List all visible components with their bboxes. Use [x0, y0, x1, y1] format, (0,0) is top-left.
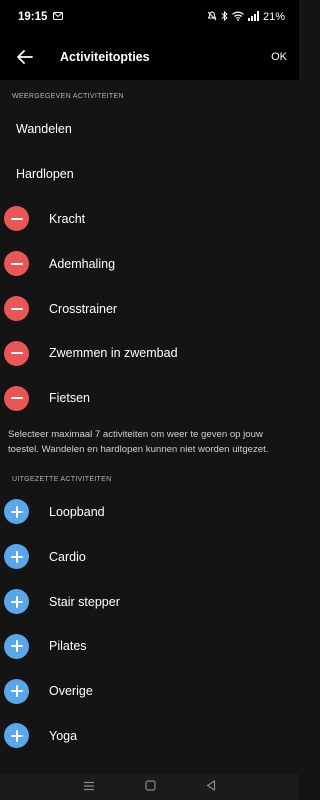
list-item-disabled: Cardio: [0, 534, 299, 579]
plus-icon: [10, 729, 23, 742]
home-button[interactable]: [145, 778, 156, 796]
status-bar: 19:15 21%: [0, 0, 299, 34]
home-square-icon: [145, 780, 156, 791]
add-button[interactable]: [4, 678, 29, 704]
activity-label: Loopband: [49, 504, 105, 519]
back-button[interactable]: [14, 46, 36, 68]
signal-icon: [247, 10, 259, 24]
battery-percentage: 21%: [262, 11, 285, 23]
remove-button[interactable]: [4, 340, 29, 366]
add-button[interactable]: [4, 633, 29, 659]
plus-icon: [10, 685, 23, 698]
activity-label: Zwemmen in zwembad: [49, 346, 178, 361]
page-title: Activiteitopties: [60, 50, 150, 64]
list-item-removable: Fietsen: [0, 376, 299, 421]
list-item-removable: Crosstrainer: [0, 286, 299, 331]
info-note: Selecteer maximaal 7 activiteiten om wee…: [8, 428, 269, 455]
activity-label: Hardlopen: [16, 167, 74, 182]
back-triangle-icon: [206, 780, 216, 791]
section-disabled-heading: UITGEZETTE ACTIVITEITEN: [12, 475, 112, 483]
add-button[interactable]: [4, 499, 29, 525]
activity-label: Wandelen: [16, 122, 72, 137]
ok-button[interactable]: OK: [271, 51, 287, 63]
activity-label: Stair stepper: [49, 594, 120, 609]
add-button[interactable]: [4, 544, 29, 570]
list-item-disabled: Pilates: [0, 624, 299, 669]
remove-button[interactable]: [4, 206, 29, 232]
wifi-icon: [232, 11, 244, 24]
back-arrow-icon: [17, 50, 33, 64]
plus-icon: [10, 595, 23, 608]
list-item-fixed: Hardlopen: [0, 152, 299, 197]
list-item-removable: Kracht: [0, 197, 299, 242]
minus-icon: [10, 397, 23, 400]
activity-label: Crosstrainer: [49, 301, 118, 316]
list-item-fixed: Wandelen: [0, 107, 299, 152]
remove-button[interactable]: [4, 251, 29, 277]
minus-icon: [10, 262, 23, 265]
activity-label: Cardio: [49, 549, 86, 564]
menu-icon: [84, 781, 94, 791]
list-item-removable: Zwemmen in zwembad: [0, 331, 299, 376]
plus-icon: [10, 505, 23, 518]
remove-button[interactable]: [4, 385, 29, 411]
content: WEERGEGEVEN ACTIVITEITEN Wandelen Hardlo…: [0, 80, 299, 758]
section-displayed-heading: WEERGEGEVEN ACTIVITEITEN: [12, 93, 124, 100]
list-item-removable: Ademhaling: [0, 241, 299, 286]
status-time: 19:15: [18, 11, 48, 23]
recent-apps-button[interactable]: [83, 778, 95, 796]
minus-icon: [10, 217, 23, 220]
system-nav-bar: [0, 774, 299, 800]
minus-icon: [10, 352, 23, 355]
system-back-button[interactable]: [206, 778, 216, 796]
add-button[interactable]: [4, 589, 29, 615]
list-item-disabled: Loopband: [0, 490, 299, 535]
mute-icon: [207, 10, 217, 24]
app-bar: Activiteitopties OK: [0, 34, 299, 80]
activity-label: Yoga: [49, 728, 78, 743]
plus-icon: [10, 550, 23, 563]
plus-icon: [10, 640, 23, 653]
remove-button[interactable]: [4, 296, 29, 322]
list-item-disabled: Overige: [0, 669, 299, 714]
activity-label: Kracht: [49, 211, 86, 226]
activity-label: Fietsen: [49, 391, 90, 406]
list-item-disabled: Yoga: [0, 714, 299, 759]
message-icon: [53, 11, 64, 23]
activity-label: Overige: [49, 684, 93, 699]
activity-label: Pilates: [49, 639, 87, 654]
bluetooth-icon: [221, 10, 228, 24]
list-item-disabled: Stair stepper: [0, 579, 299, 624]
minus-icon: [10, 307, 23, 310]
add-button[interactable]: [4, 723, 29, 749]
activity-label: Ademhaling: [49, 256, 116, 271]
